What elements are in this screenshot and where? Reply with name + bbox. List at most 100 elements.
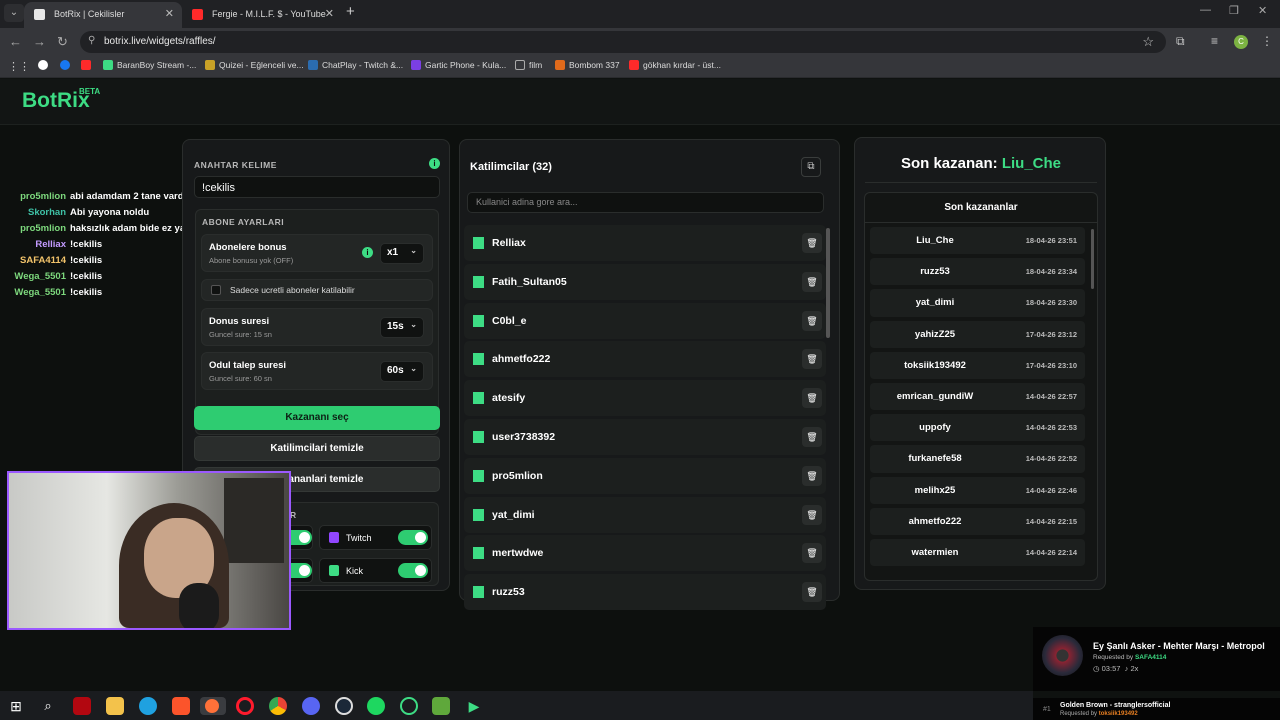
clear-participants-button[interactable]: Katilimcilari temizle [194,436,440,461]
subscriber-settings-label: ABONE AYARLARI [202,217,285,227]
trash-icon[interactable]: 🗑 [802,543,822,564]
steam-icon[interactable] [335,697,353,715]
trash-icon[interactable]: 🗑 [802,504,822,525]
participant-name: yat_dimi [492,508,535,521]
media-control-icon[interactable]: ≡ [1211,34,1218,48]
trash-icon[interactable]: 🗑 [802,349,822,370]
participant-scrollbar[interactable] [826,228,830,600]
trash-icon[interactable]: 🗑 [802,271,822,292]
tab-search-icon[interactable]: ⌄ [4,4,24,22]
trash-icon[interactable]: 🗑 [802,426,822,447]
participants-panel: Katilimcilar (32) ⧉ Kullanici adina gore… [459,139,840,611]
profile-avatar[interactable]: C [1234,35,1248,49]
netflix-icon[interactable] [73,697,91,715]
bookmark-chatplay[interactable]: ChatPlay - Twitch &... [308,60,403,70]
file-explorer-icon[interactable] [106,697,124,715]
forward-icon[interactable]: → [33,34,46,49]
app-icon[interactable]: ▶ [465,697,483,715]
new-tab-button[interactable]: + [346,3,355,20]
copy-icon[interactable]: ⧉ [801,157,821,177]
winner-row: uppofy 14-04-26 22:53 [870,414,1085,442]
winners-panel: Son kazanan: Liu_Che Son kazananlar Liu_… [854,137,1106,590]
trash-icon[interactable]: 🗑 [802,465,822,486]
bookmark-gokhan[interactable]: gökhan kırdar - üst... [629,60,721,70]
chrome-icon[interactable] [269,697,287,715]
tab-botrix[interactable]: BotRix | Cekilisler ✕ [24,2,182,28]
windows-start-icon[interactable]: ⊞ [7,697,25,715]
queue-requester: Requested by toksiik193492 [1060,711,1138,717]
firefox-icon[interactable] [200,697,226,715]
search-icon[interactable]: ⌕ [39,697,57,715]
album-art [1042,635,1083,676]
bookmark-bombom[interactable]: Bombom 337 [555,60,620,70]
paid-only-checkbox[interactable] [211,285,221,295]
chat-text: !cekilis [70,271,103,282]
winner-row: toksiik193492 17-04-26 23:10 [870,351,1085,379]
bookmark-quizei[interactable]: Quizei - Eğlenceli ve... [205,60,304,70]
participant-name: C0bl_e [492,314,527,327]
bookmark-film-folder[interactable]: film [515,60,542,70]
beta-badge: BETA [79,87,101,96]
spotify-icon[interactable] [367,697,385,715]
winner-name: watermien [911,546,959,558]
winners-scrollbar[interactable] [1091,229,1094,289]
bonus-duration-title: Donus suresi [209,316,270,327]
close-tab-icon[interactable]: ✕ [325,2,334,26]
bookmark-gartic[interactable]: Gartic Phone - Kula... [411,60,506,70]
sub-bonus-info-icon[interactable]: i [362,247,373,258]
trash-icon[interactable]: 🗑 [802,310,822,331]
winner-row: yahizZ25 17-04-26 23:12 [870,320,1085,348]
close-window-icon[interactable]: ✕ [1258,4,1267,17]
winner-name: melihx25 [914,484,956,496]
paid-only-row[interactable]: Sadece ucretli aboneler katilabilir [201,279,433,301]
kick-toggle[interactable] [398,563,428,578]
close-tab-icon[interactable]: ✕ [165,2,174,26]
brave-icon[interactable] [172,697,190,715]
keyword-input[interactable]: !cekilis [194,176,440,198]
trash-icon[interactable]: 🗑 [802,233,822,253]
apps-grid-icon[interactable]: ⋮⋮ [8,60,30,73]
chat-text: haksızlık adam bide ez yazdı [70,223,199,234]
wall-poster [224,478,284,563]
xbox-icon[interactable] [400,697,418,715]
kick-icon [473,547,484,560]
minecraft-icon[interactable] [432,697,450,715]
minimize-icon[interactable]: — [1200,4,1211,16]
trash-icon[interactable]: 🗑 [802,388,822,409]
opera-icon[interactable] [236,697,254,715]
bonus-duration-value: 15s [387,321,404,332]
bookmark-star-icon[interactable]: ☆ [1142,34,1154,50]
participant-row: user3738392 🗑 [464,418,826,455]
info-icon[interactable]: i [429,158,440,169]
menu-kebab-icon[interactable]: ⋮ [1261,34,1273,48]
participant-search-input[interactable]: Kullanici adina gore ara... [467,192,824,213]
bookmark-baranboy[interactable]: BaranBoy Stream -... [103,60,196,70]
claim-time-select[interactable]: 60s ⌄ [380,361,424,382]
url-text[interactable]: botrix.live/widgets/raffles/ [104,36,216,47]
edge-icon[interactable] [139,697,157,715]
chat-username: Wega_5501 [14,271,66,282]
reload-icon[interactable]: ↻ [57,34,68,50]
trash-icon[interactable]: 🗑 [802,582,822,603]
chat-message: pro5mlion abi adamdam 2 tane vardı [0,191,210,207]
back-icon[interactable]: ← [9,34,22,49]
omnibox[interactable]: ⚲ botrix.live/widgets/raffles/ ☆ [80,31,1166,53]
participant-name: pro5mlion [492,469,543,482]
site-info-icon[interactable]: ⚲ [88,35,95,46]
browser-tab-bar: ⌄ BotRix | Cekilisler ✕ Fergie - M.I.L.F… [0,0,1280,28]
sub-bonus-select[interactable]: x1 ⌄ [380,243,424,264]
twitch-toggle[interactable] [398,530,428,545]
queue-title: Golden Brown - stranglersofficial [1060,702,1171,709]
restore-icon[interactable]: ❐ [1229,4,1239,17]
extensions-icon[interactable]: ⧉ [1176,34,1185,49]
winner-row: furkanefe58 14-04-26 22:52 [870,445,1085,473]
botrix-favicon-icon [34,9,45,20]
tab-youtube[interactable]: Fergie - M.I.L.F. $ - YouTube ✕ [182,2,342,28]
pick-winner-button[interactable]: Kazananı seç [194,406,440,430]
scroll-thumb[interactable] [826,228,830,338]
discord-icon[interactable] [302,697,320,715]
participant-list: Relliax 🗑 Fatih_Sultan05 🗑 C0bl_e 🗑 ahmetfo… [464,225,826,613]
kick-icon [473,508,484,521]
bonus-duration-select[interactable]: 15s ⌄ [380,317,424,338]
chat-text: !cekilis [70,255,103,266]
